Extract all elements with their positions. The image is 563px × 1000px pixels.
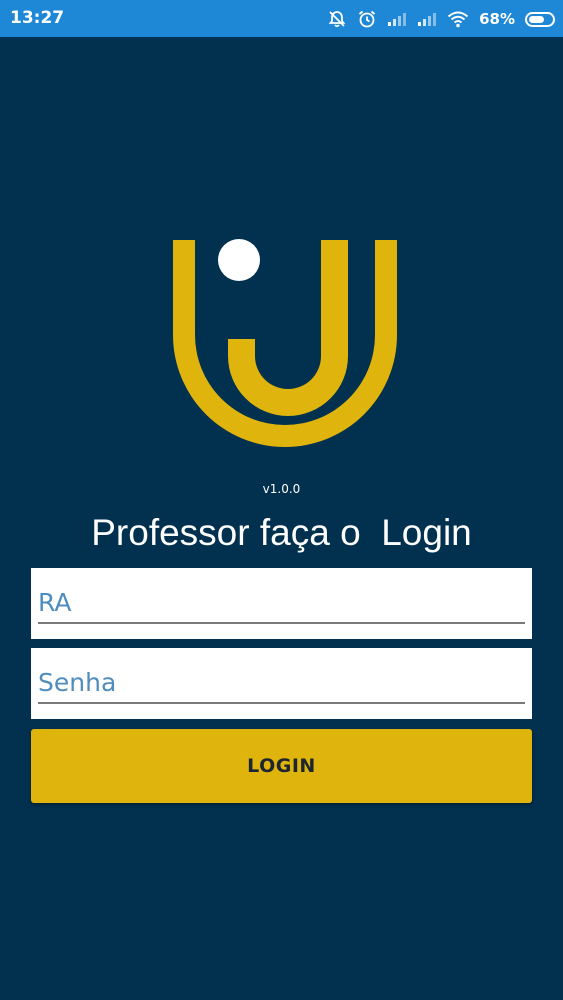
alarm-icon [357, 9, 377, 29]
status-time: 13:27 [10, 8, 65, 28]
battery-percent: 68% [479, 10, 515, 28]
signal-icon [417, 11, 437, 27]
status-bar: 13:27 68% [0, 0, 563, 37]
app-version: v1.0.0 [262, 482, 301, 496]
login-button[interactable]: LOGIN [31, 729, 532, 803]
battery-icon [525, 11, 555, 27]
ra-field [31, 568, 532, 639]
logo-icon [173, 239, 397, 447]
page-title: Professor faça o Login [91, 512, 472, 553]
password-input[interactable] [38, 662, 525, 704]
login-screen: 13:27 68% v1.0.0 Professor faça o Login … [0, 0, 563, 1000]
bell-off-icon [327, 9, 347, 29]
signal-icon [387, 11, 407, 27]
battery-fill [529, 15, 544, 23]
ra-input[interactable] [38, 582, 525, 624]
status-icons: 68% [327, 6, 555, 32]
wifi-icon [447, 10, 469, 28]
password-field [31, 648, 532, 719]
